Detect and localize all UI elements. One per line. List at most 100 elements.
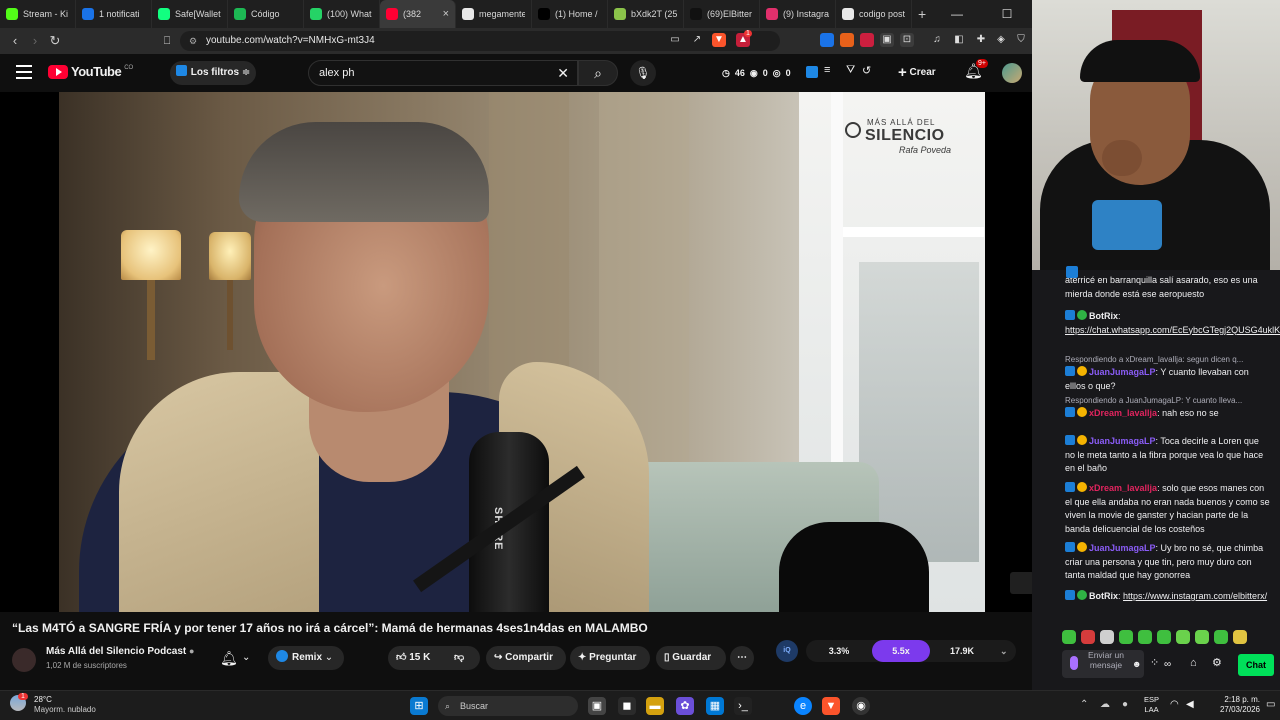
chat-link[interactable]: https://chat.whatsapp.com/EcEybcGTegj2QU…	[1065, 325, 1280, 335]
chevron-down-icon[interactable]: ⌄	[242, 652, 250, 663]
emote-icon[interactable]	[1233, 630, 1247, 644]
browser-tab[interactable]: (100) What	[304, 0, 380, 28]
emote-icon[interactable]	[1119, 630, 1133, 644]
brave-shield-icon[interactable]: ▼	[712, 33, 726, 47]
extension-red-icon[interactable]	[860, 33, 874, 47]
infinity-icon[interactable]: ∞	[1164, 658, 1171, 672]
chat-link[interactable]: https://www.instagram.com/elbitterx/	[1123, 591, 1267, 601]
extension-fox-icon[interactable]	[840, 33, 854, 47]
brave-icon[interactable]: ▼	[822, 697, 840, 715]
emoji-icon[interactable]: ☻	[1132, 658, 1141, 672]
taskbar-search[interactable]: ⌕ Buscar	[438, 696, 578, 716]
minimize-button[interactable]: —	[942, 0, 972, 28]
emote-icon[interactable]	[1176, 630, 1190, 644]
site-info-icon[interactable]: ⚙	[189, 31, 197, 51]
emote-icon[interactable]	[1214, 630, 1228, 644]
maximize-button[interactable]: ☐	[992, 0, 1022, 28]
avatar[interactable]	[1002, 63, 1022, 83]
browser-tab[interactable]: Stream - Ki	[0, 0, 76, 28]
reload-icon[interactable]: ↻	[46, 32, 64, 50]
emote-icon[interactable]	[1100, 630, 1114, 644]
music-icon[interactable]: ♫	[930, 33, 944, 47]
menu-icon[interactable]	[16, 65, 32, 79]
extensions-puzzle-icon[interactable]: ✚	[974, 33, 988, 47]
video-player[interactable]: SHURE MÁS ALLÁ DEL SILENCIO Rafa Poveda	[0, 92, 1032, 612]
browser-tab[interactable]: bXdk2T (25	[608, 0, 684, 28]
like-icon[interactable]: 👍︎	[396, 652, 406, 663]
copilot-icon[interactable]: ✿	[676, 697, 694, 715]
scroll-indicator[interactable]	[1038, 650, 1046, 664]
chat-username[interactable]: xDream_lavallja	[1089, 408, 1157, 418]
bits-icon[interactable]: ⁘	[1150, 657, 1159, 671]
clear-search-icon[interactable]: ✕	[557, 61, 569, 85]
emote-icon[interactable]	[1195, 630, 1209, 644]
clock[interactable]: 2:18 p. m. 27/03/2026	[1210, 695, 1260, 715]
browser-tab[interactable]: Código	[228, 0, 304, 28]
extension-screen-icon[interactable]: ▣	[880, 33, 894, 47]
channel-avatar[interactable]	[12, 648, 36, 672]
remix-button[interactable]: Remix ⌄	[268, 646, 344, 670]
forward-icon[interactable]: ›	[26, 32, 44, 50]
list-icon[interactable]: ≡	[824, 64, 830, 76]
more-actions-icon[interactable]: ⋯	[730, 646, 754, 670]
chat-username[interactable]: BotRix	[1089, 591, 1118, 601]
windows-start-icon[interactable]: ⊞	[410, 697, 428, 715]
share-icon[interactable]: ↗	[690, 33, 704, 47]
browser-tab[interactable]: megamente	[456, 0, 532, 28]
gift-icon[interactable]: ⌂	[1190, 657, 1197, 671]
bell-subscribe-icon[interactable]: 🔔︎	[220, 650, 238, 667]
settings-icon[interactable]: ⚙	[1212, 657, 1222, 671]
channel-branding-icon[interactable]	[1010, 572, 1032, 594]
iq-badge-icon[interactable]: iQ	[776, 640, 798, 662]
file-explorer-icon[interactable]: ▬	[646, 697, 664, 715]
chat-username[interactable]: JuanJumagaLP	[1089, 436, 1156, 446]
chat-input[interactable]: Enviar un mensaje ☻	[1062, 650, 1144, 678]
sidebar-icon[interactable]: ◧	[952, 33, 966, 47]
app-icon[interactable]: ◼	[618, 697, 636, 715]
chat-username[interactable]: JuanJumagaLP	[1089, 367, 1156, 377]
tray-cloud-icon[interactable]: ☁	[1100, 699, 1110, 710]
mic-icon[interactable]	[1070, 656, 1078, 670]
store-icon[interactable]: ▦	[706, 697, 724, 715]
edge-icon[interactable]: e	[794, 697, 812, 715]
task-view-icon[interactable]: ▣	[588, 697, 606, 715]
browser-tab[interactable]: 1 notificati	[76, 0, 152, 28]
chat-username[interactable]: xDream_lavallja	[1089, 483, 1157, 493]
filter-icon[interactable]: ⛛	[846, 64, 855, 77]
notification-center-icon[interactable]: ▭	[1266, 699, 1275, 710]
terminal-icon[interactable]: ›_	[734, 697, 752, 715]
language-indicator[interactable]: ESP LAA	[1144, 695, 1159, 715]
tray-mic-icon[interactable]: ●	[1122, 699, 1128, 710]
emote-icon[interactable]	[1138, 630, 1152, 644]
close-tab-icon[interactable]: ×	[443, 8, 449, 20]
back-icon[interactable]: ‹	[6, 32, 24, 50]
emote-icon[interactable]	[1157, 630, 1171, 644]
search-button[interactable]: ⌕	[578, 60, 618, 86]
browser-tab[interactable]: (9) Instagra	[760, 0, 836, 28]
tray-chevron-icon[interactable]: ⌃	[1080, 699, 1088, 710]
search-input[interactable]: alex ph ✕	[308, 60, 578, 86]
chat-send-button[interactable]: Chat	[1238, 654, 1274, 676]
extension-capture-icon[interactable]: ⊡	[900, 33, 914, 47]
iq-extension-icon[interactable]	[806, 66, 818, 78]
browser-tab[interactable]: (69)ElBitter	[684, 0, 760, 28]
youtube-logo[interactable]: YouTube CO	[48, 64, 133, 79]
share-button[interactable]: ↪ Compartir	[486, 646, 566, 670]
chat-username[interactable]: BotRix	[1089, 311, 1118, 321]
chat-username[interactable]: JuanJumagaLP	[1089, 543, 1156, 553]
browser-tab[interactable]: codigo post	[836, 0, 912, 28]
dislike-icon[interactable]: 👎︎	[454, 646, 464, 670]
wifi-icon[interactable]: ◠	[1170, 699, 1179, 710]
extension-translate-icon[interactable]	[820, 33, 834, 47]
emote-icon[interactable]	[1081, 630, 1095, 644]
chevron-down-icon[interactable]: ⌄	[1000, 640, 1008, 662]
vpn-icon[interactable]: ⛉	[1014, 33, 1028, 47]
browser-tab[interactable]: (382 ×	[380, 0, 456, 28]
voice-search-icon[interactable]: 🎙	[630, 60, 656, 86]
ask-button[interactable]: ✦ Preguntar	[570, 646, 650, 670]
bookmark-icon[interactable]: ⎕	[158, 32, 176, 50]
refresh-icon[interactable]: ↺	[862, 64, 871, 77]
new-tab-button[interactable]: +	[918, 6, 926, 22]
wallet-icon[interactable]: ◈	[994, 33, 1008, 47]
volume-icon[interactable]: ◀	[1186, 699, 1194, 710]
